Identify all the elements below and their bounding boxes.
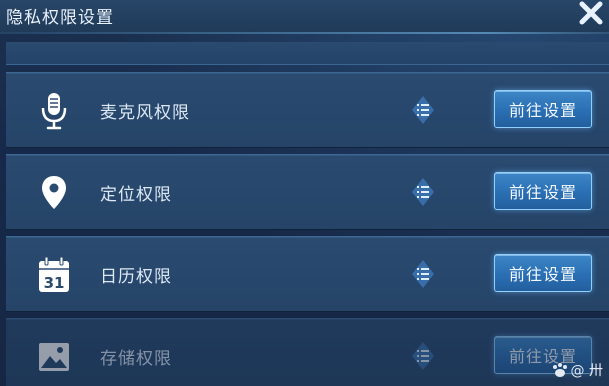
close-button[interactable]: [573, 0, 609, 30]
permission-row-microphone: 麦克风权限 前往设置: [6, 72, 609, 148]
title-divider: [0, 32, 609, 34]
permission-label: 存储权限: [100, 349, 172, 369]
list-menu-icon: [411, 95, 435, 125]
image-icon: [34, 337, 74, 377]
list-menu-icon: [411, 259, 435, 289]
permission-label: 定位权限: [100, 185, 172, 205]
go-to-settings-button[interactable]: 前往设置: [494, 172, 592, 210]
paw-logo-icon: [552, 363, 567, 377]
microphone-icon: [34, 91, 74, 131]
permission-row-calendar: 31 日历权限 前往设置: [6, 236, 609, 312]
dialog-title: 隐私权限设置: [6, 8, 114, 28]
go-to-settings-button[interactable]: 前往设置: [494, 254, 592, 292]
permission-label: 麦克风权限: [100, 103, 190, 123]
list-top-strip: [6, 42, 609, 65]
list-menu-icon: [411, 341, 435, 371]
permission-row-location: 定位权限 前往设置: [6, 154, 609, 230]
permission-row-storage: 存储权限 前往设置: [6, 318, 609, 386]
watermark-text: @ 卅: [570, 363, 603, 379]
permission-label: 日历权限: [100, 267, 172, 287]
calendar-icon: 31: [34, 255, 74, 295]
go-to-settings-button[interactable]: 前往设置: [494, 90, 592, 128]
location-pin-icon: [34, 173, 74, 213]
close-icon: [579, 1, 603, 25]
list-menu-icon: [411, 177, 435, 207]
title-bar: 隐私权限设置: [0, 0, 609, 34]
watermark: @ 卅: [551, 360, 603, 380]
privacy-settings-dialog: 隐私权限设置 麦克风权限 前往设置 定位权限 前往设置 31 日历权限 前往设置…: [0, 0, 609, 386]
calendar-day: 31: [44, 274, 65, 292]
